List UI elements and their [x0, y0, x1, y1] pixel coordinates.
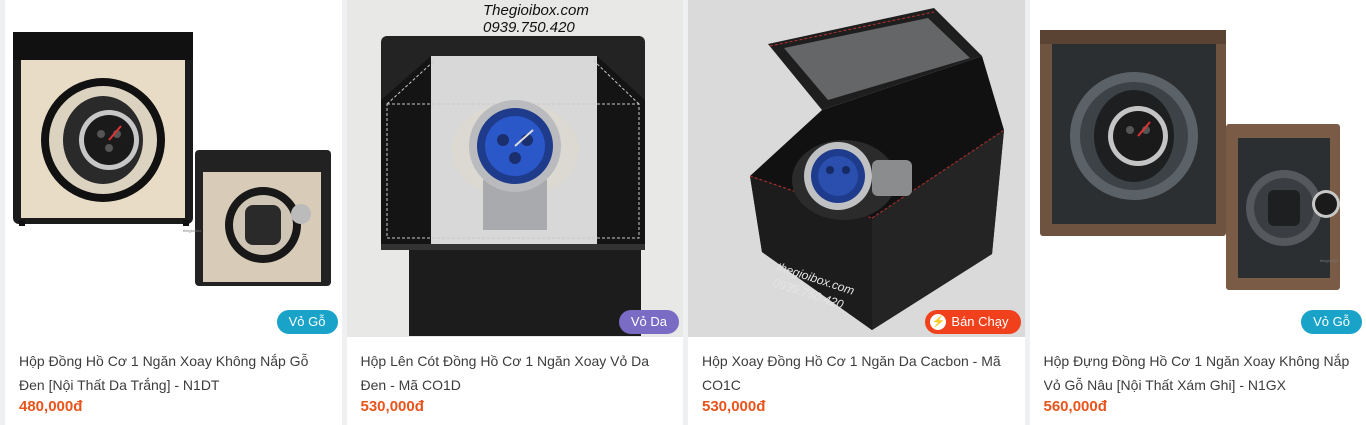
watermark-site: Thegioibox.com	[483, 2, 589, 19]
badge-leather-case: Vỏ Da	[618, 310, 679, 334]
black-wood-watch-winder-image: thegioibox	[5, 0, 342, 337]
product-title[interactable]: Hộp Xoay Đồng Hồ Cơ 1 Ngăn Da Cacbon - M…	[702, 349, 1011, 397]
badge-best-seller-label: Bán Chạy	[951, 314, 1009, 329]
badge-wood-case: Vỏ Gỗ	[1301, 310, 1362, 334]
product-image[interactable]: thegioibox Vỏ Gỗ	[5, 0, 342, 337]
watermark-phone: 0939.750.420	[483, 19, 575, 36]
svg-text:thegioibox: thegioibox	[183, 228, 201, 233]
product-image[interactable]: thegioibox Vỏ Gỗ	[1029, 0, 1366, 337]
product-card[interactable]: thegioibox Vỏ Gỗ Hộp Đựng Đồng Hồ Cơ 1 N…	[1029, 0, 1366, 425]
product-image[interactable]: thegioibox.com 0939.750.420 ⚡ Bán Chạy	[688, 0, 1025, 337]
product-info: Hộp Đựng Đồng Hồ Cơ 1 Ngăn Xoay Không Nắ…	[1030, 337, 1366, 417]
product-image[interactable]: Thegioibox.com 0939.750.420 Vỏ Da	[346, 0, 683, 337]
product-info: Hộp Lên Cót Đồng Hồ Cơ 1 Ngăn Xoay Vỏ Da…	[347, 337, 684, 417]
product-title[interactable]: Hộp Lên Cót Đồng Hồ Cơ 1 Ngăn Xoay Vỏ Da…	[361, 349, 670, 397]
product-title[interactable]: Hộp Đựng Đồng Hồ Cơ 1 Ngăn Xoay Không Nắ…	[1044, 349, 1353, 397]
svg-text:thegioibox: thegioibox	[1320, 258, 1338, 263]
product-price: 560,000đ	[1043, 398, 1107, 415]
product-info: Hộp Xoay Đồng Hồ Cơ 1 Ngăn Da Cacbon - M…	[688, 337, 1025, 417]
product-card[interactable]: thegioibox.com 0939.750.420 ⚡ Bán Chạy H…	[688, 0, 1025, 425]
product-card[interactable]: thegioibox Vỏ Gỗ Hộp Đồng Hồ Cơ 1 Ngăn X…	[5, 0, 342, 425]
lightning-icon: ⚡	[930, 314, 947, 330]
product-price: 530,000đ	[702, 398, 766, 415]
badge-wood-case: Vỏ Gỗ	[276, 310, 338, 334]
product-card[interactable]: Thegioibox.com 0939.750.420 Vỏ Da Hộp Lê…	[346, 0, 684, 425]
brown-wood-watch-winder-image: thegioibox	[1029, 0, 1366, 337]
product-grid: thegioibox Vỏ Gỗ Hộp Đồng Hồ Cơ 1 Ngăn X…	[0, 0, 1366, 425]
carbon-watch-winder-image: thegioibox.com 0939.750.420	[688, 0, 1025, 337]
product-info: Hộp Đồng Hồ Cơ 1 Ngăn Xoay Không Nắp Gỗ …	[5, 337, 342, 417]
black-leather-watch-winder-image: Thegioibox.com 0939.750.420	[346, 0, 683, 337]
product-price: 480,000đ	[19, 398, 83, 415]
product-title[interactable]: Hộp Đồng Hồ Cơ 1 Ngăn Xoay Không Nắp Gỗ …	[19, 349, 328, 397]
badge-best-seller: ⚡ Bán Chạy	[925, 310, 1021, 334]
product-price: 530,000đ	[360, 398, 424, 415]
